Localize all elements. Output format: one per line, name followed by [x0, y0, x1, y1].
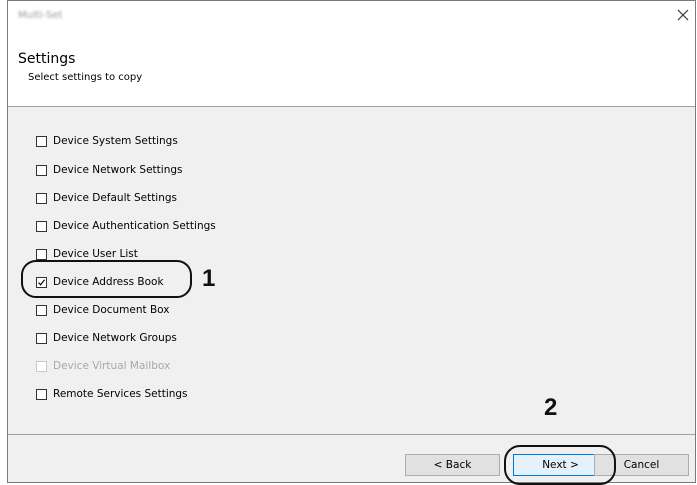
footer-divider — [8, 434, 695, 435]
option-label: Remote Services Settings — [53, 388, 188, 400]
option-label: Device Network Groups — [53, 332, 177, 344]
checkbox[interactable] — [36, 135, 47, 147]
option-device-network-groups[interactable]: Device Network Groups — [36, 329, 177, 347]
page-title: Settings — [18, 51, 76, 67]
option-device-default-settings[interactable]: Device Default Settings — [36, 189, 177, 207]
step1-marker: 1 — [202, 265, 216, 292]
checkbox[interactable] — [36, 388, 47, 400]
option-label: Device Default Settings — [53, 192, 178, 204]
wizard-header: Settings Select settings to copy — [8, 33, 695, 107]
option-label: Device Virtual Mailbox — [53, 360, 171, 372]
step1-highlight-ring — [21, 260, 192, 298]
option-device-network-settings[interactable]: Device Network Settings — [36, 161, 183, 179]
option-label: Device Authentication Settings — [53, 220, 216, 232]
checkbox[interactable] — [36, 164, 47, 176]
close-icon[interactable] — [673, 5, 693, 25]
step2-marker: 2 — [544, 394, 558, 421]
option-remote-services-settings[interactable]: Remote Services Settings — [36, 385, 188, 403]
step2-highlight-ring — [504, 445, 616, 485]
option-device-authentication-settings[interactable]: Device Authentication Settings — [36, 217, 216, 235]
checkbox[interactable] — [36, 304, 47, 316]
option-label: Device System Settings — [53, 135, 178, 147]
checkbox[interactable] — [36, 192, 47, 204]
window-title: Multi-Set — [18, 10, 63, 21]
option-label: Device Network Settings — [53, 164, 183, 176]
title-bar: Multi-Set — [8, 1, 695, 33]
checkbox[interactable] — [36, 332, 47, 344]
back-button[interactable]: < Back — [405, 454, 500, 476]
checkbox[interactable] — [36, 220, 47, 232]
option-label: Device Document Box — [53, 304, 170, 316]
dialog-window: Multi-Set Settings Select settings to co… — [7, 0, 696, 485]
option-label: Device User List — [53, 248, 138, 260]
option-device-document-box[interactable]: Device Document Box — [36, 301, 170, 319]
checkbox-disabled — [36, 360, 47, 372]
option-device-system-settings[interactable]: Device System Settings — [36, 132, 178, 150]
checkbox[interactable] — [36, 248, 47, 260]
close-x-glyph — [677, 9, 689, 21]
page-subtitle: Select settings to copy — [28, 72, 143, 83]
option-device-virtual-mailbox: Device Virtual Mailbox — [36, 357, 170, 375]
